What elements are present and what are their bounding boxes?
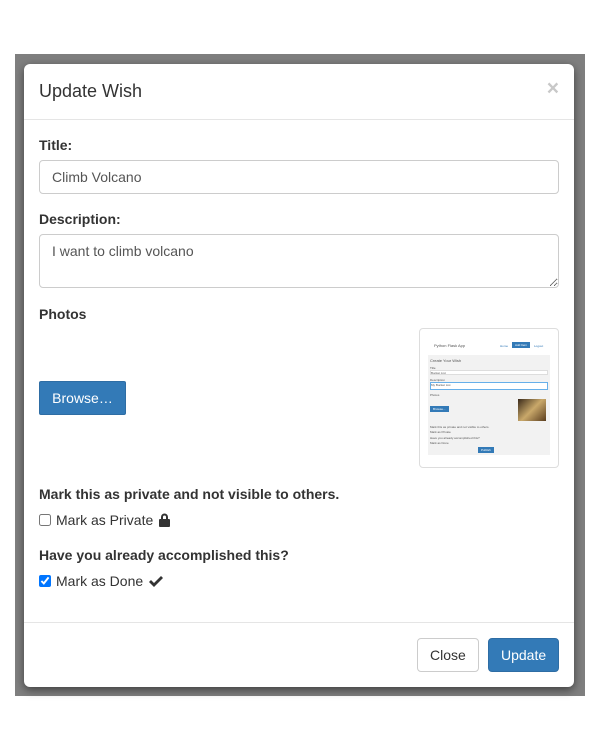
photos-label: Photos bbox=[39, 306, 87, 322]
thumb-nav: Add Item bbox=[512, 342, 531, 348]
thumb-photo bbox=[518, 399, 546, 421]
thumb-text: Have you already accomplished this? bbox=[430, 436, 480, 440]
done-label: Mark as Done bbox=[56, 573, 144, 589]
done-heading: Have you already accomplished this? bbox=[39, 547, 289, 563]
thumb-app-name: Python Flask App bbox=[434, 343, 466, 348]
close-icon[interactable]: × bbox=[547, 77, 559, 101]
thumb-text: Photos bbox=[430, 393, 440, 397]
thumb-nav: Logout bbox=[534, 344, 544, 348]
update-button[interactable]: Update bbox=[488, 638, 560, 672]
private-checkbox-row[interactable]: Mark as Private bbox=[39, 512, 171, 528]
photo-thumbnail: Python Flask App Home Add Item Logout Cr… bbox=[419, 328, 559, 468]
title-input[interactable] bbox=[39, 160, 559, 194]
title-label: Title: bbox=[39, 137, 73, 153]
description-label: Description: bbox=[39, 211, 121, 227]
browse-button[interactable]: Browse… bbox=[39, 381, 126, 415]
thumb-heading: Create Your Wish bbox=[430, 358, 462, 363]
private-label: Mark as Private bbox=[56, 512, 154, 528]
thumb-text: Publish bbox=[478, 447, 494, 453]
checkmark-icon bbox=[149, 575, 164, 587]
done-checkbox[interactable] bbox=[39, 575, 51, 587]
lock-icon bbox=[159, 513, 171, 527]
private-heading: Mark this as private and not visible to … bbox=[39, 486, 340, 502]
description-textarea[interactable]: I want to climb volcano bbox=[39, 234, 559, 288]
done-checkbox-row[interactable]: Mark as Done bbox=[39, 573, 164, 589]
update-wish-modal: Update Wish × Title: Description: I want… bbox=[24, 64, 574, 687]
thumb-nav: Home bbox=[500, 344, 509, 348]
private-checkbox[interactable] bbox=[39, 514, 51, 526]
thumb-text: Bucket List bbox=[430, 370, 548, 375]
modal-title: Update Wish bbox=[39, 81, 143, 101]
modal-header: Update Wish × bbox=[24, 64, 574, 120]
thumb-text: Mark as Private bbox=[430, 430, 451, 434]
thumb-text: Mark this as private and not visible to … bbox=[430, 425, 490, 429]
thumb-text: Browse... bbox=[430, 406, 449, 412]
thumb-text: Mark as Done bbox=[430, 441, 449, 445]
close-button[interactable]: Close bbox=[417, 638, 479, 672]
modal-footer-divider bbox=[24, 622, 574, 623]
thumb-text: My Bucket List bbox=[430, 382, 548, 390]
